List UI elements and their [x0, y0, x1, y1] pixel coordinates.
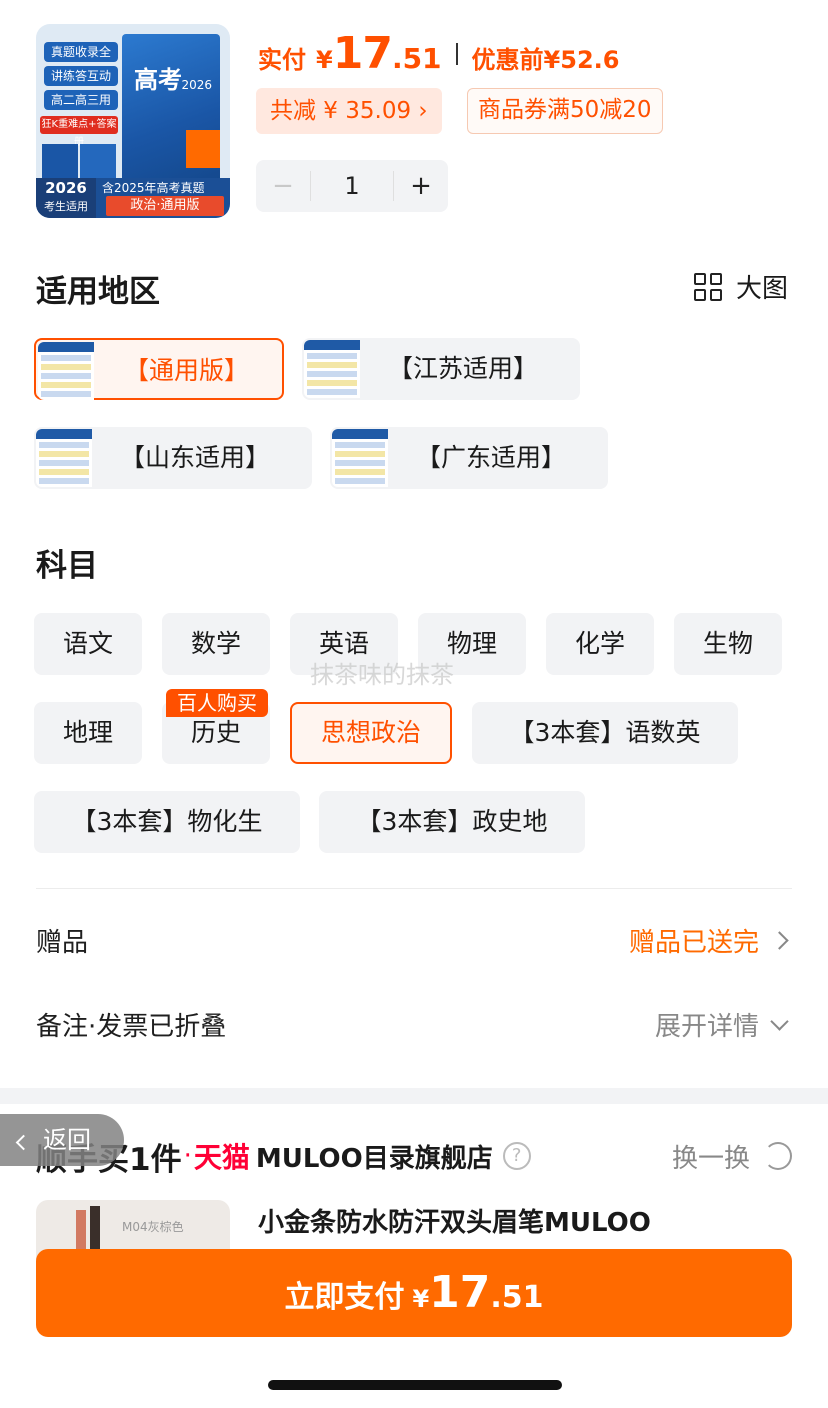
back-button[interactable]: 返回: [0, 1114, 124, 1166]
subject-option-selected[interactable]: 思想政治: [290, 702, 452, 764]
region-option[interactable]: 【山东适用】: [34, 427, 312, 489]
pay-now-button[interactable]: 立即支付 ¥ 17 .51: [36, 1249, 792, 1337]
gift-row[interactable]: 赠品 赠品已送完: [36, 922, 792, 959]
recommend-header: 顺手买1件 · 天猫 MULOO目录旗舰店 ? 换一换: [36, 1134, 792, 1178]
thumb-bar-sub: 政治·通用版: [106, 196, 224, 216]
big-view-label: 大图: [735, 274, 788, 304]
tmall-logo: 天猫: [193, 1141, 250, 1174]
total-discount-button[interactable]: 共减 ¥ 35.09 ›: [256, 88, 442, 134]
home-indicator: [268, 1380, 562, 1390]
pay-price-integer: 17: [429, 1267, 491, 1318]
note-invoice-row[interactable]: 备注·发票已折叠 展开详情: [36, 1006, 792, 1043]
product-thumbnail[interactable]: 真题收录全 讲练答互动 高二高三用 高考 2026 狂K重难点+答案册 2026…: [36, 24, 230, 218]
coupon-badge: 商品券满50减20: [467, 88, 663, 134]
pay-price-decimal: .51: [490, 1280, 544, 1315]
help-icon[interactable]: ?: [502, 1142, 531, 1170]
subject-option[interactable]: 地理: [34, 702, 142, 764]
subject-option[interactable]: 【3本套】政史地: [319, 791, 585, 853]
recommend-item-title[interactable]: 小金条防水防汗双头眉笔MULOO: [258, 1202, 651, 1239]
thumb-year-sub: 考生适用: [44, 200, 88, 213]
price-row: 实付 ¥ 17 .51 优惠前 ¥52.6: [258, 28, 619, 80]
price-integer: 17: [332, 28, 393, 79]
price-separator: [455, 43, 458, 65]
expand-details-label: 展开详情: [654, 1012, 759, 1042]
thumb-book-accent: [186, 130, 220, 168]
thumb-book-year: 2026: [181, 78, 212, 92]
subject-option[interactable]: 语文: [34, 613, 142, 675]
chevron-right-icon: [770, 931, 789, 950]
chevron-left-icon: [15, 1134, 32, 1151]
original-price-label: 优惠前: [471, 46, 544, 74]
gift-label: 赠品: [36, 928, 89, 958]
dot-separator: ·: [183, 1141, 192, 1171]
thumb-tag: 讲练答互动: [44, 66, 118, 86]
region-option[interactable]: 【广东适用】: [330, 427, 608, 489]
original-price: ¥52.6: [543, 46, 620, 74]
subject-option[interactable]: 数学: [162, 613, 270, 675]
chevron-down-icon: [770, 1012, 789, 1031]
thumb-red-tag: 狂K重难点+答案册: [40, 116, 118, 148]
region-option[interactable]: 【江苏适用】: [302, 338, 580, 400]
thumb-year-box: 2026 考生适用: [36, 178, 96, 218]
watermark: 抹茶味的抹茶: [310, 661, 454, 689]
thumb-book-title: 高考: [134, 65, 182, 94]
subject-option[interactable]: 生物: [674, 613, 782, 675]
region-title: 适用地区: [36, 274, 160, 310]
region-option-label: 【通用版】: [124, 356, 250, 385]
thumb-bar-text: 含2025年高考真题: [102, 181, 205, 195]
thumb-book-cover: 高考 2026: [122, 34, 220, 184]
region-option-label: 【山东适用】: [120, 443, 271, 472]
swap-label: 换一换: [671, 1143, 750, 1174]
region-option-label: 【广东适用】: [416, 443, 567, 472]
back-label: 返回: [43, 1126, 91, 1154]
quantity-stepper: − 1 +: [256, 160, 448, 212]
refresh-icon: [764, 1142, 792, 1170]
swap-button[interactable]: 换一换: [672, 1138, 792, 1175]
option-thumbnail: [38, 342, 94, 400]
price-label: 实付: [258, 46, 306, 74]
subject-title: 科目: [36, 548, 98, 584]
note-label: 备注·发票已折叠: [36, 1012, 227, 1042]
hot-badge: 百人购买: [166, 689, 268, 717]
currency-symbol: ¥: [316, 46, 333, 74]
pay-currency: ¥: [412, 1285, 430, 1313]
region-option-label: 【江苏适用】: [388, 354, 539, 383]
increase-button[interactable]: +: [394, 171, 448, 201]
region-option[interactable]: 【通用版】: [34, 338, 284, 400]
subject-option[interactable]: 【3本套】物化生: [34, 791, 300, 853]
subject-option[interactable]: 化学: [546, 613, 654, 675]
subject-option[interactable]: 【3本套】语数英: [472, 702, 738, 764]
big-view-button[interactable]: 大图: [693, 268, 788, 305]
price-decimal: .51: [391, 42, 442, 75]
divider: [36, 888, 792, 889]
quantity-value[interactable]: 1: [310, 171, 394, 201]
option-thumbnail: [36, 429, 92, 487]
pay-label: 立即支付: [284, 1280, 405, 1315]
section-separator: [0, 1088, 828, 1104]
thumb-tag: 真题收录全: [44, 42, 118, 62]
option-thumbnail: [304, 340, 360, 398]
decrease-button[interactable]: −: [256, 171, 310, 201]
gift-status: 赠品已送完: [628, 928, 759, 958]
shop-name[interactable]: MULOO目录旗舰店: [256, 1138, 493, 1175]
thumb-tag: 高二高三用: [44, 90, 118, 110]
grid-icon: [693, 272, 722, 301]
thumb-text: M04灰棕色: [122, 1220, 184, 1234]
option-thumbnail: [332, 429, 388, 487]
thumb-year: 2026: [45, 179, 87, 197]
